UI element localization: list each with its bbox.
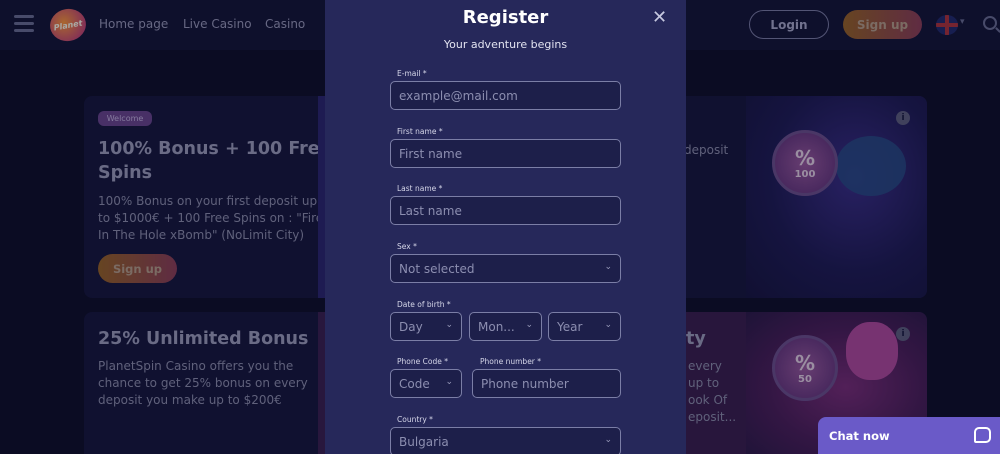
chat-bubble-icon	[974, 427, 991, 443]
chevron-down-icon: ⌄	[445, 320, 453, 330]
close-icon[interactable]: ✕	[652, 9, 667, 27]
dob-year-value: Year	[557, 319, 583, 334]
modal-subtitle: Your adventure begins	[443, 38, 568, 51]
email-field[interactable]: example@mail.com	[390, 81, 621, 110]
last-name-label: Last name *	[397, 184, 443, 193]
sex-select[interactable]: Not selected ⌄	[390, 254, 621, 283]
dob-year-select[interactable]: Year ⌄	[548, 312, 621, 341]
chevron-down-icon: ⌄	[604, 320, 612, 330]
country-label: Country *	[397, 415, 433, 424]
last-name-field[interactable]: Last name	[390, 196, 621, 225]
sex-value: Not selected	[399, 261, 475, 276]
chat-label: Chat now	[829, 428, 890, 443]
first-name-placeholder: First name	[399, 146, 463, 161]
dob-month-value: Mon...	[478, 319, 515, 334]
sex-label: Sex *	[397, 242, 417, 251]
register-modal: Register ✕ Your adventure begins E-mail …	[325, 0, 686, 454]
phone-number-placeholder: Phone number	[481, 376, 569, 391]
chevron-down-icon: ⌄	[604, 262, 612, 272]
dob-label: Date of birth *	[397, 300, 451, 309]
phone-number-field[interactable]: Phone number	[472, 369, 621, 398]
chevron-down-icon: ⌄	[604, 435, 612, 445]
chevron-down-icon: ⌄	[445, 377, 453, 387]
chevron-down-icon: ⌄	[525, 320, 533, 330]
phone-code-select[interactable]: Code ⌄	[390, 369, 462, 398]
phone-code-label: Phone Code *	[397, 357, 448, 366]
modal-title: Register	[462, 7, 549, 28]
last-name-placeholder: Last name	[399, 203, 462, 218]
email-placeholder: example@mail.com	[399, 88, 518, 103]
dob-month-select[interactable]: Mon... ⌄	[469, 312, 542, 341]
email-label: E-mail *	[397, 69, 427, 78]
phone-code-value: Code	[399, 376, 430, 391]
country-value: Bulgaria	[399, 434, 449, 449]
dob-day-value: Day	[399, 319, 423, 334]
first-name-label: First name *	[397, 127, 443, 136]
chat-now-button[interactable]: Chat now	[818, 417, 1000, 454]
country-select[interactable]: Bulgaria ⌄	[390, 427, 621, 454]
first-name-field[interactable]: First name	[390, 139, 621, 168]
phone-number-label: Phone number *	[480, 357, 542, 366]
dob-day-select[interactable]: Day ⌄	[390, 312, 462, 341]
